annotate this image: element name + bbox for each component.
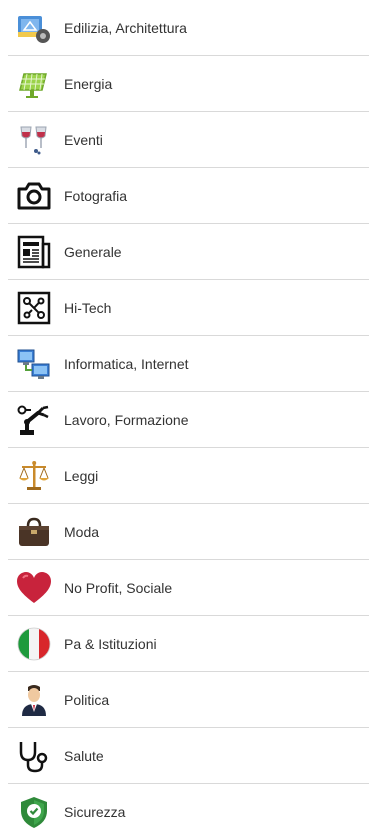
category-item-generale[interactable]: Generale [8, 224, 369, 280]
category-label: Edilizia, Architettura [64, 19, 187, 36]
category-label: Fotografia [64, 187, 128, 204]
category-item-noprofit[interactable]: No Profit, Sociale [8, 560, 369, 616]
robot-arm-icon [16, 402, 52, 438]
wine-glasses-icon [16, 122, 52, 158]
category-label: Salute [64, 747, 104, 764]
politician-icon [16, 682, 52, 718]
category-item-edilizia[interactable]: Edilizia, Architettura [8, 0, 369, 56]
category-item-salute[interactable]: Salute [8, 728, 369, 784]
network-computers-icon [16, 346, 52, 382]
category-item-sicurezza[interactable]: Sicurezza [8, 784, 369, 840]
category-label: Moda [64, 523, 100, 540]
shield-icon [16, 794, 52, 830]
category-item-eventi[interactable]: Eventi [8, 112, 369, 168]
category-label: Energia [64, 75, 113, 92]
category-label: Generale [64, 243, 122, 260]
category-item-fotografia[interactable]: Fotografia [8, 168, 369, 224]
stethoscope-icon [16, 738, 52, 774]
camera-icon [16, 178, 52, 214]
category-item-moda[interactable]: Moda [8, 504, 369, 560]
handbag-icon [16, 514, 52, 550]
category-label: Hi-Tech [64, 299, 112, 316]
circuit-icon [16, 290, 52, 326]
category-list: Edilizia, Architettura Energia Eventi Fo… [0, 0, 369, 830]
category-label: Lavoro, Formazione [64, 411, 189, 428]
category-label: Politica [64, 691, 110, 708]
category-item-hitech[interactable]: Hi-Tech [8, 280, 369, 336]
category-label: Pa & Istituzioni [64, 635, 157, 652]
solar-panel-icon [16, 66, 52, 102]
category-label: Leggi [64, 467, 99, 484]
category-item-pa[interactable]: Pa & Istituzioni [8, 616, 369, 672]
newspaper-icon [16, 234, 52, 270]
category-item-leggi[interactable]: Leggi [8, 448, 369, 504]
category-label: Eventi [64, 131, 103, 148]
category-label: Informatica, Internet [64, 355, 189, 372]
heart-icon [16, 570, 52, 606]
category-label: No Profit, Sociale [64, 579, 173, 596]
category-item-informatica[interactable]: Informatica, Internet [8, 336, 369, 392]
category-item-politica[interactable]: Politica [8, 672, 369, 728]
scales-icon [16, 458, 52, 494]
category-item-energia[interactable]: Energia [8, 56, 369, 112]
category-label: Sicurezza [64, 804, 126, 820]
architecture-icon [16, 10, 52, 46]
italian-flag-icon [16, 626, 52, 662]
category-item-lavoro[interactable]: Lavoro, Formazione [8, 392, 369, 448]
